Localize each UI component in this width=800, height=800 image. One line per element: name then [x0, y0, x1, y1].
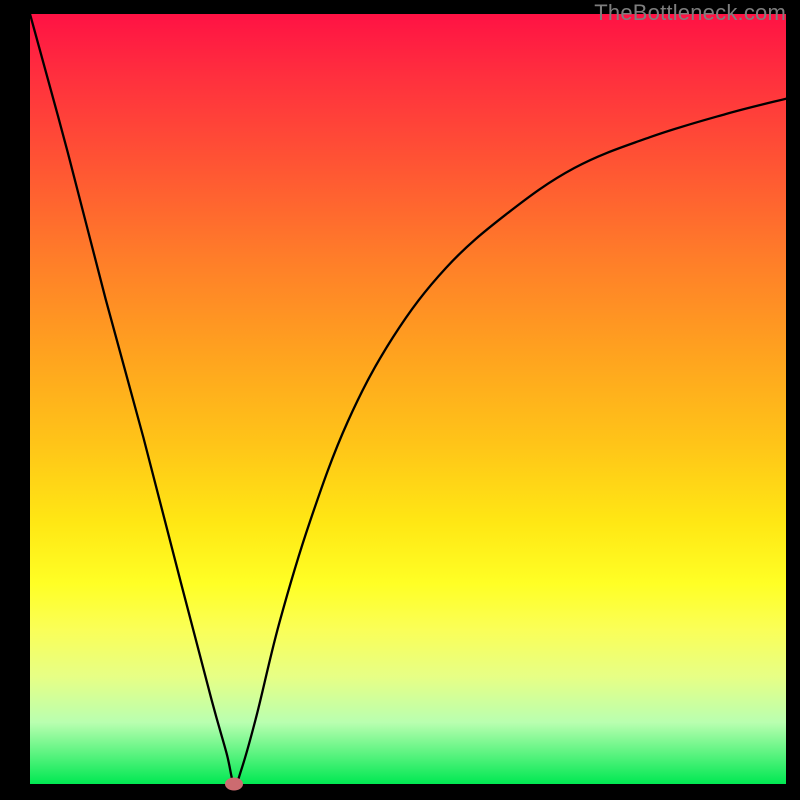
watermark-text: TheBottleneck.com [594, 0, 786, 26]
chart-container: TheBottleneck.com [0, 0, 800, 800]
optimum-marker [225, 778, 243, 791]
bottleneck-curve [30, 14, 786, 784]
plot-area [30, 14, 786, 784]
